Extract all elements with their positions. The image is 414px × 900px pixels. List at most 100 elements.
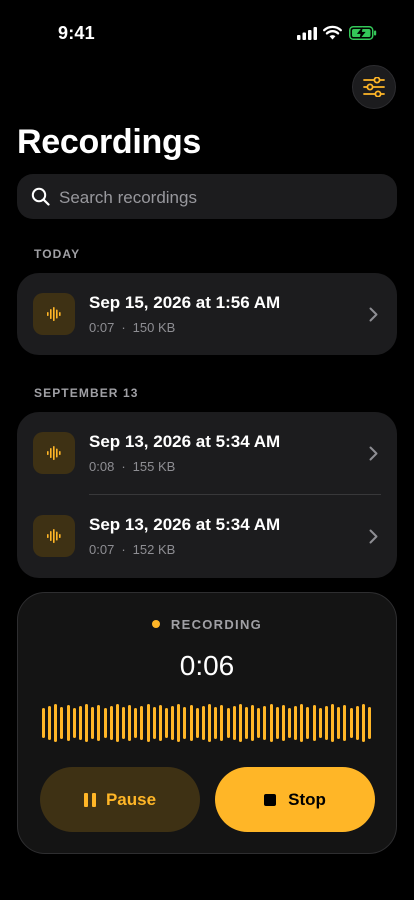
recording-status-label: RECORDING [170, 617, 263, 632]
waveform-bar [361, 704, 365, 742]
recording-row[interactable]: Sep 15, 2026 at 1:56 AM 0:07 · 150 KB [17, 273, 397, 355]
waveform-bar [115, 704, 119, 742]
waveform-bar [208, 704, 212, 742]
waveform-bar [128, 705, 132, 741]
waveform-bar [269, 704, 273, 742]
waveform-bar [306, 707, 310, 739]
waveform-bar [324, 706, 328, 740]
recording-title: Sep 15, 2026 at 1:56 AM [89, 293, 281, 312]
waveform-bar [232, 706, 236, 740]
recording-size: 155 KB [132, 459, 176, 474]
waveform-icon [33, 432, 75, 474]
battery-charging-icon [349, 26, 377, 40]
waveform-bar [183, 707, 187, 739]
meta-separator: · [121, 542, 126, 557]
waveform-bar [121, 707, 125, 739]
pause-icon [83, 792, 96, 807]
pause-button[interactable]: Pause [40, 767, 200, 832]
status-bar: 9:41 [0, 0, 414, 54]
waveform-bar [177, 704, 181, 742]
status-time: 9:41 [58, 23, 95, 43]
recording-size: 152 KB [132, 542, 176, 557]
waveform-bar [244, 707, 248, 739]
chevron-right-icon [369, 529, 378, 544]
waveform-bar [294, 706, 298, 740]
waveform-bar [72, 708, 76, 738]
waveform-bar [337, 707, 341, 739]
waveform-bar [146, 704, 150, 742]
waveform-bar [263, 706, 267, 740]
waveform-bar [42, 708, 45, 738]
waveform-bar [367, 707, 371, 739]
page-title: Recordings [17, 123, 202, 161]
stop-button[interactable]: Stop [215, 767, 375, 832]
waveform-bar [78, 706, 82, 740]
waveform-bar [238, 704, 242, 742]
recording-size: 150 KB [132, 320, 176, 335]
waveform-bar [195, 708, 199, 738]
recording-row[interactable]: Sep 13, 2026 at 5:34 AM 0:08 · 155 KB [17, 412, 397, 495]
waveform-icon [33, 293, 75, 335]
recording-duration: 0:07 [89, 542, 115, 557]
recording-title: Sep 13, 2026 at 5:34 AM [89, 515, 281, 534]
waveform-bar [48, 706, 52, 740]
waveform-bar [171, 706, 175, 740]
waveform-bar [275, 707, 279, 739]
waveform-bar [165, 708, 168, 738]
waveform-bar [257, 708, 261, 738]
waveform-bar [318, 708, 322, 738]
waveform-bar [109, 706, 113, 740]
pause-label: Pause [105, 789, 157, 809]
waveform-bar [201, 706, 205, 740]
waveform-bar [251, 705, 255, 741]
recorder-panel: RECORDING 0:06 Pause Stop [17, 592, 397, 854]
recordings-group-today: Sep 15, 2026 at 1:56 AM 0:07 · 150 KB [17, 273, 397, 355]
waveform-bar [66, 705, 70, 741]
waveform-bar [152, 707, 156, 739]
recording-duration: 0:07 [89, 320, 115, 335]
sliders-icon [363, 77, 385, 97]
search-icon [31, 187, 50, 206]
waveform-bar [349, 708, 353, 738]
waveform-bar [220, 705, 224, 741]
recordings-group-september-13: Sep 13, 2026 at 5:34 AM 0:08 · 155 KB Sep … [17, 412, 397, 578]
waveform-bar [189, 705, 193, 741]
waveform-bar [134, 708, 138, 738]
stop-icon [264, 793, 277, 806]
meta-separator: · [121, 320, 126, 335]
waveform-bar [140, 706, 144, 740]
recording-title: Sep 13, 2026 at 5:34 AM [89, 432, 281, 451]
waveform-bar [158, 705, 162, 741]
recording-meta: 0:07 · 150 KB [89, 320, 175, 335]
waveform-bar [288, 708, 291, 738]
chevron-right-icon [369, 446, 378, 461]
search-input[interactable] [57, 174, 381, 221]
waveform-bar [214, 707, 218, 739]
waveform-bar [91, 707, 95, 739]
filter-button[interactable] [352, 65, 396, 109]
waveform-bar [281, 705, 285, 741]
waveform-bar [60, 707, 64, 739]
waveform-bar [300, 704, 304, 742]
waveform-bar [312, 705, 316, 741]
waveform-bar [226, 708, 230, 738]
recording-timer: 0:06 [179, 650, 235, 681]
recording-meta: 0:07 · 152 KB [89, 542, 175, 557]
section-header-today: TODAY [34, 247, 81, 261]
waveform-bar [355, 706, 359, 740]
live-waveform [42, 701, 374, 745]
recording-row[interactable]: Sep 13, 2026 at 5:34 AM 0:07 · 152 KB [17, 495, 397, 577]
recording-status: RECORDING [18, 617, 396, 632]
waveform-bar [343, 705, 347, 741]
meta-separator: · [121, 459, 126, 474]
waveform-bar [85, 704, 89, 742]
recording-meta: 0:08 · 155 KB [89, 459, 175, 474]
chevron-right-icon [369, 307, 378, 322]
waveform-bar [97, 705, 101, 741]
recording-indicator-dot [151, 620, 160, 628]
wifi-icon [323, 25, 342, 40]
recording-duration: 0:08 [89, 459, 115, 474]
waveform-icon [33, 515, 75, 557]
waveform-bar [331, 704, 335, 742]
search-bar[interactable] [17, 174, 397, 221]
